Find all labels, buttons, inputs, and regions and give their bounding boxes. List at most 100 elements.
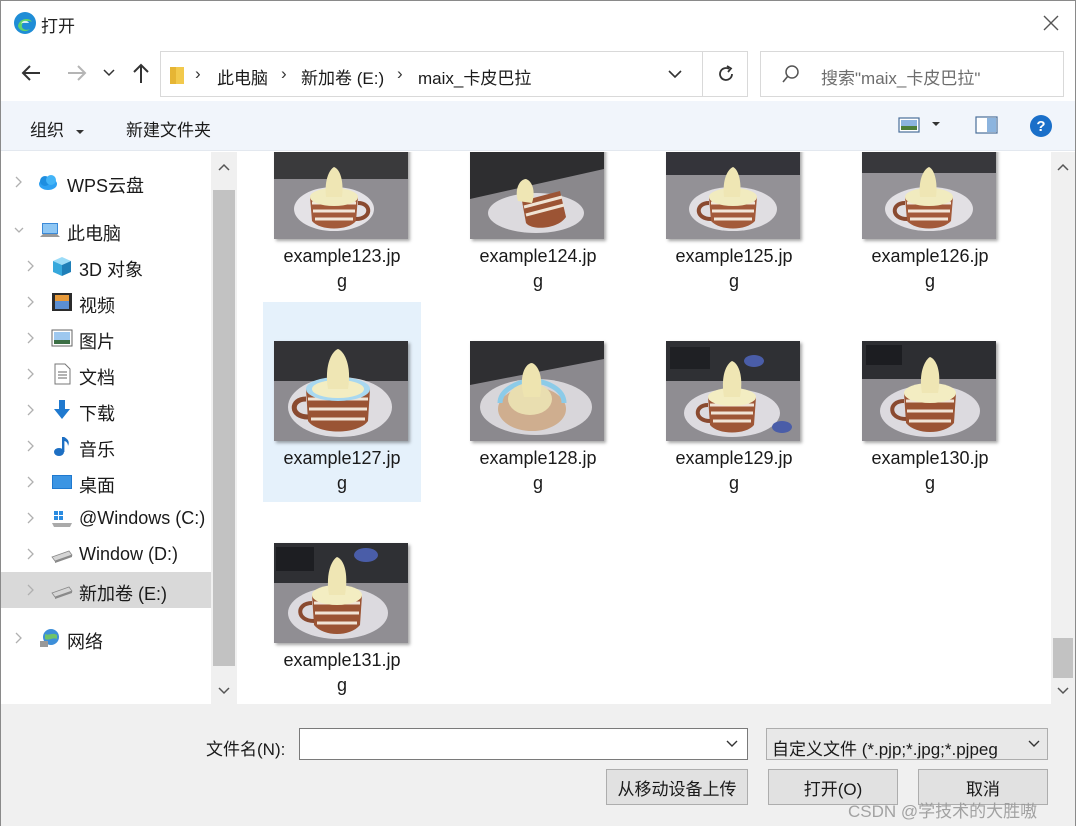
mug-photo-icon xyxy=(862,341,996,441)
sidebar-item-videos[interactable]: 视频 xyxy=(1,284,211,320)
up-button[interactable] xyxy=(127,59,155,87)
change-view-icon[interactable] xyxy=(898,114,922,136)
file-tile[interactable]: example128.jp g xyxy=(459,302,617,502)
chevron-up-icon[interactable] xyxy=(1056,162,1070,172)
svg-text:?: ? xyxy=(1036,118,1045,135)
sidebar-item-label: 新加卷 (E:) xyxy=(79,584,167,604)
sidebar-item-label: 文档 xyxy=(79,368,115,388)
file-list-scrollbar[interactable] xyxy=(1051,152,1075,704)
refresh-button[interactable] xyxy=(702,52,748,96)
sidebar-item-label: WPS云盘 xyxy=(67,176,145,196)
sidebar-item-label: 图片 xyxy=(79,332,115,352)
chevron-right-icon[interactable] xyxy=(25,510,37,526)
search-icon xyxy=(782,65,799,83)
forward-button[interactable] xyxy=(63,59,91,87)
organize-menu-button[interactable]: 组织 xyxy=(30,116,85,141)
image-thumbnail xyxy=(470,152,604,239)
chevron-down-icon[interactable] xyxy=(725,737,739,751)
file-name-wrap: g xyxy=(336,473,347,493)
scrollbar-thumb[interactable] xyxy=(213,190,235,666)
file-name: example124.jp xyxy=(479,246,597,266)
sidebar-item-network[interactable]: 网络 xyxy=(1,620,211,656)
refresh-icon xyxy=(718,65,733,81)
mug-photo-icon xyxy=(274,543,408,643)
file-tile-selected[interactable]: example127.jp g xyxy=(263,302,421,502)
breadcrumb-current-folder[interactable]: maix_卡皮巴拉 xyxy=(418,64,531,89)
arrow-left-icon xyxy=(21,65,40,81)
arrow-right-icon xyxy=(68,65,87,81)
sidebar-item-documents[interactable]: 文档 xyxy=(1,356,211,392)
chevron-right-icon[interactable] xyxy=(25,546,37,562)
cloud-icon xyxy=(39,175,57,190)
chevron-down-icon[interactable] xyxy=(217,686,231,696)
chevron-up-icon[interactable] xyxy=(217,162,231,172)
mug-photo-icon xyxy=(470,341,604,441)
file-name: example129.jp xyxy=(675,448,793,468)
file-tile[interactable]: example123.jp g xyxy=(263,152,421,300)
download-icon xyxy=(54,400,70,419)
sidebar-item-3d-objects[interactable]: 3D 对象 xyxy=(1,248,211,284)
sidebar-item-music[interactable]: 音乐 xyxy=(1,428,211,464)
chevron-right-icon[interactable] xyxy=(25,582,37,598)
sidebar-item-label: 3D 对象 xyxy=(79,260,144,280)
chevron-right-icon[interactable] xyxy=(25,294,37,310)
help-icon[interactable]: ? xyxy=(1029,114,1053,138)
command-bar: 组织 新建文件夹 ? xyxy=(1,101,1075,151)
sidebar-item-desktop[interactable]: 桌面 xyxy=(1,464,211,500)
sidebar-item-label: 音乐 xyxy=(79,440,115,460)
search-box[interactable]: 搜索"maix_卡皮巴拉" xyxy=(760,51,1064,97)
chevron-down-icon[interactable] xyxy=(1056,686,1070,696)
breadcrumb-this-pc[interactable]: 此电脑 xyxy=(217,64,268,89)
open-file-dialog: 打开 › 此电脑 › 新加卷 (E:) › maix_卡皮巴拉 搜索"maix_… xyxy=(0,0,1076,826)
filename-input[interactable] xyxy=(299,728,748,760)
watermark-text: CSDN @学技术的大胜嗷 xyxy=(848,802,1038,821)
image-thumbnail xyxy=(274,341,408,441)
file-tile[interactable]: example129.jp g xyxy=(655,302,813,502)
chevron-right-icon[interactable] xyxy=(25,258,37,274)
chevron-right-icon[interactable] xyxy=(25,474,37,490)
new-folder-button[interactable]: 新建文件夹 xyxy=(126,116,211,141)
file-type-select[interactable]: 自定义文件 (*.pjp;*.jpg;*.pjpeg xyxy=(766,728,1048,760)
sidebar-item-downloads[interactable]: 下载 xyxy=(1,392,211,428)
chevron-right-icon[interactable] xyxy=(25,366,37,382)
file-tile[interactable]: example131.jp g xyxy=(263,504,421,704)
preview-pane-icon[interactable] xyxy=(975,114,999,136)
image-thumbnail xyxy=(470,341,604,441)
chevron-right-icon[interactable] xyxy=(25,402,37,418)
sidebar-item-drive-c[interactable]: @Windows (C:) xyxy=(1,500,211,536)
chevron-right-icon[interactable] xyxy=(13,630,25,646)
file-name: example123.jp xyxy=(283,246,401,266)
windows-drive-icon xyxy=(52,511,72,527)
desktop-icon xyxy=(52,475,72,489)
chevron-right-icon[interactable] xyxy=(25,438,37,454)
file-tile[interactable]: example125.jp g xyxy=(655,152,813,300)
chevron-down-icon[interactable] xyxy=(667,64,683,84)
navigation-pane-scrollbar[interactable] xyxy=(211,152,237,704)
3d-objects-icon xyxy=(53,257,71,276)
sidebar-item-pictures[interactable]: 图片 xyxy=(1,320,211,356)
file-name: example130.jp xyxy=(871,448,989,468)
caret-down-icon[interactable] xyxy=(931,121,941,129)
sidebar-item-this-pc[interactable]: 此电脑 xyxy=(1,212,211,248)
dialog-footer: 文件名(N): 自定义文件 (*.pjp;*.jpg;*.pjpeg 从移动设备… xyxy=(1,704,1075,826)
close-icon[interactable] xyxy=(1037,9,1065,37)
scrollbar-thumb[interactable] xyxy=(1053,638,1073,678)
file-tile[interactable]: example130.jp g xyxy=(851,302,1009,502)
mug-photo-icon xyxy=(862,152,996,239)
folder-icon xyxy=(170,67,184,84)
upload-from-mobile-button[interactable]: 从移动设备上传 xyxy=(606,769,748,805)
address-bar[interactable]: › 此电脑 › 新加卷 (E:) › maix_卡皮巴拉 xyxy=(160,51,748,97)
sidebar-item-wps-cloud[interactable]: WPS云盘 xyxy=(1,164,211,200)
breadcrumb-drive-e[interactable]: 新加卷 (E:) xyxy=(301,64,384,89)
sidebar-item-label: 视频 xyxy=(79,296,115,316)
chevron-right-icon[interactable] xyxy=(13,174,25,190)
chevron-down-icon[interactable] xyxy=(13,222,25,238)
recent-locations-button[interactable] xyxy=(97,59,121,87)
file-tile[interactable]: example126.jp g xyxy=(851,152,1009,300)
sidebar-item-drive-e[interactable]: 新加卷 (E:) xyxy=(1,572,211,608)
file-tile[interactable]: example124.jp g xyxy=(459,152,617,300)
sidebar-item-drive-d[interactable]: Window (D:) xyxy=(1,536,211,572)
image-thumbnail xyxy=(274,152,408,239)
back-button[interactable] xyxy=(17,59,45,87)
chevron-right-icon[interactable] xyxy=(25,330,37,346)
